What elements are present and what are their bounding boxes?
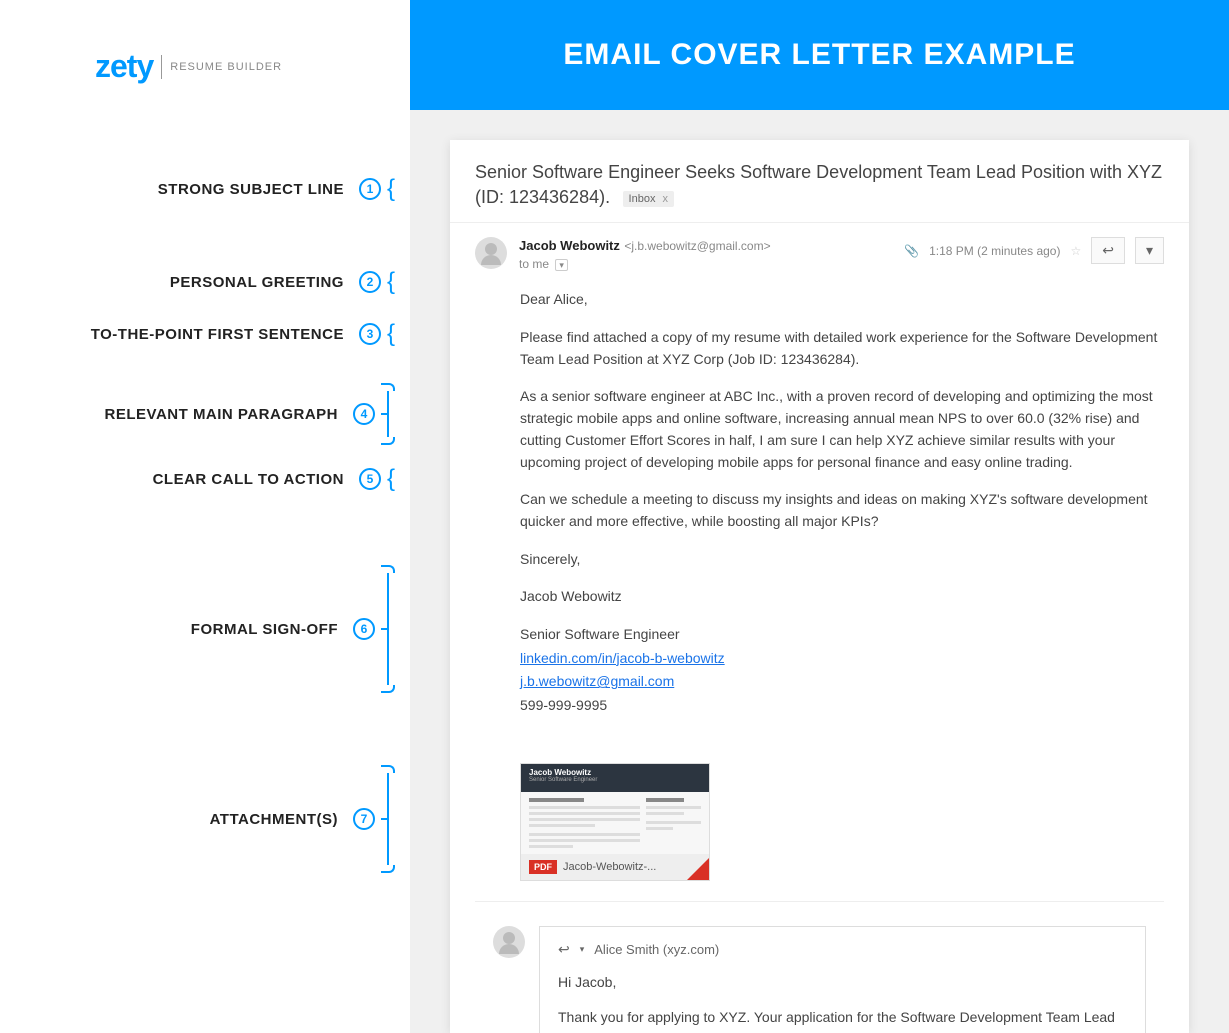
annotation-label: STRONG SUBJECT LINE <box>158 181 344 198</box>
paragraph-1: Please find attached a copy of my resume… <box>520 327 1164 370</box>
reply-arrow-icon[interactable]: ↩ <box>558 941 570 958</box>
preview-name: Jacob Webowitz <box>529 768 701 777</box>
logo-sub: RESUME BUILDER <box>170 61 282 73</box>
attachment-preview: Jacob Webowitz Senior Software Engineer <box>521 764 709 854</box>
chevron-down-icon[interactable]: ▾ <box>555 259 568 271</box>
reply-to-name: Alice Smith (xyz.com) <box>594 942 719 957</box>
to-line: to me ▾ <box>519 257 892 271</box>
signature-phone: 599-999-9995 <box>520 695 1164 717</box>
star-icon[interactable]: ☆ <box>1070 244 1081 258</box>
reply-to-row: ↩ ▾ Alice Smith (xyz.com) <box>558 941 1127 958</box>
paragraph-2: As a senior software engineer at ABC Inc… <box>520 386 1164 473</box>
chevron-down-icon[interactable]: ▾ <box>580 944 585 955</box>
fold-icon <box>687 858 709 880</box>
annotation-5: CLEAR CALL TO ACTION 5 { <box>0 465 410 493</box>
signature-name: Jacob Webowitz <box>520 586 1164 608</box>
annotation-label: TO-THE-POINT FIRST SENTENCE <box>91 326 344 343</box>
page-header: EMAIL COVER LETTER EXAMPLE <box>410 0 1229 110</box>
annotation-label: FORMAL SIGN-OFF <box>191 621 338 638</box>
attachment-footer: PDF Jacob-Webowitz-... <box>521 854 709 880</box>
inbox-label: Inbox <box>629 193 656 205</box>
email-body: Dear Alice, Please find attached a copy … <box>450 279 1189 752</box>
annotation-number: 6 <box>353 618 375 640</box>
sender-row: Jacob Webowitz <j.b.webowitz@gmail.com> … <box>450 223 1189 279</box>
annotation-number: 1 <box>359 178 381 200</box>
avatar-icon <box>493 926 525 958</box>
logo: zety RESUME BUILDER <box>95 48 282 85</box>
annotation-6: FORMAL SIGN-OFF 6 <box>0 565 410 693</box>
subject-row: Senior Software Engineer Seeks Software … <box>450 140 1189 223</box>
page-title: EMAIL COVER LETTER EXAMPLE <box>563 38 1075 71</box>
linkedin-link[interactable]: linkedin.com/in/jacob-b-webowitz <box>520 650 725 666</box>
bracket-tall-icon <box>381 383 395 445</box>
main-content: EMAIL COVER LETTER EXAMPLE Senior Softwa… <box>410 0 1229 1033</box>
pdf-badge: PDF <box>529 860 557 874</box>
bracket-icon: { <box>387 320 395 348</box>
reply-button[interactable]: ↩ <box>1091 237 1125 264</box>
signature-title: Senior Software Engineer <box>520 624 1164 646</box>
annotation-label: CLEAR CALL TO ACTION <box>153 471 344 488</box>
timestamp: 1:18 PM (2 minutes ago) <box>929 244 1060 258</box>
bracket-tall-icon <box>381 565 395 693</box>
greeting: Dear Alice, <box>520 289 1164 311</box>
more-button[interactable]: ▾ <box>1135 237 1164 264</box>
reply-box: ↩ ▾ Alice Smith (xyz.com) Hi Jacob, Than… <box>475 912 1164 1033</box>
bracket-icon: { <box>387 268 395 296</box>
inbox-tag[interactable]: Inbox x <box>623 191 674 207</box>
sidebar: zety RESUME BUILDER STRONG SUBJECT LINE … <box>0 0 410 1033</box>
attachment-filename: Jacob-Webowitz-... <box>563 861 656 873</box>
to-text: to me <box>519 257 549 271</box>
logo-main: zety <box>95 48 153 85</box>
reply-greeting: Hi Jacob, <box>558 972 1127 993</box>
annotation-number: 7 <box>353 808 375 830</box>
annotation-1: STRONG SUBJECT LINE 1 { <box>0 175 410 203</box>
bracket-tall-icon <box>381 765 395 873</box>
signoff: Sincerely, <box>520 549 1164 571</box>
email-link[interactable]: j.b.webowitz@gmail.com <box>520 673 674 689</box>
preview-title: Senior Software Engineer <box>529 777 701 783</box>
annotation-number: 4 <box>353 403 375 425</box>
email-meta: 📎 1:18 PM (2 minutes ago) ☆ ↩ ▾ <box>904 237 1164 264</box>
annotation-number: 3 <box>359 323 381 345</box>
logo-divider <box>161 55 162 79</box>
annotation-2: PERSONAL GREETING 2 { <box>0 268 410 296</box>
paragraph-3: Can we schedule a meeting to discuss my … <box>520 489 1164 532</box>
attachment-clip-icon: 📎 <box>904 244 919 258</box>
annotation-label: PERSONAL GREETING <box>170 274 344 291</box>
divider <box>475 901 1164 902</box>
annotation-7: ATTACHMENT(S) 7 <box>0 765 410 873</box>
avatar-icon <box>475 237 507 269</box>
reply-p1: Thank you for applying to XYZ. Your appl… <box>558 1007 1127 1033</box>
sender-name: Jacob Webowitz <box>519 238 620 253</box>
bracket-icon: { <box>387 465 395 493</box>
sender-info: Jacob Webowitz <j.b.webowitz@gmail.com> … <box>519 237 892 271</box>
sender-email: <j.b.webowitz@gmail.com> <box>624 239 770 253</box>
annotation-label: ATTACHMENT(S) <box>210 811 338 828</box>
annotation-label: RELEVANT MAIN PARAGRAPH <box>105 406 338 423</box>
bracket-icon: { <box>387 175 395 203</box>
reply-content: ↩ ▾ Alice Smith (xyz.com) Hi Jacob, Than… <box>539 926 1146 1033</box>
email-panel: Senior Software Engineer Seeks Software … <box>450 140 1189 1033</box>
reply-body: Hi Jacob, Thank you for applying to XYZ.… <box>558 972 1127 1033</box>
annotation-number: 2 <box>359 271 381 293</box>
annotation-3: TO-THE-POINT FIRST SENTENCE 3 { <box>0 320 410 348</box>
annotation-number: 5 <box>359 468 381 490</box>
annotation-4: RELEVANT MAIN PARAGRAPH 4 <box>0 383 410 445</box>
attachment[interactable]: Jacob Webowitz Senior Software Engineer <box>520 763 710 881</box>
close-icon[interactable]: x <box>663 193 669 205</box>
email-subject: Senior Software Engineer Seeks Software … <box>475 162 1162 207</box>
